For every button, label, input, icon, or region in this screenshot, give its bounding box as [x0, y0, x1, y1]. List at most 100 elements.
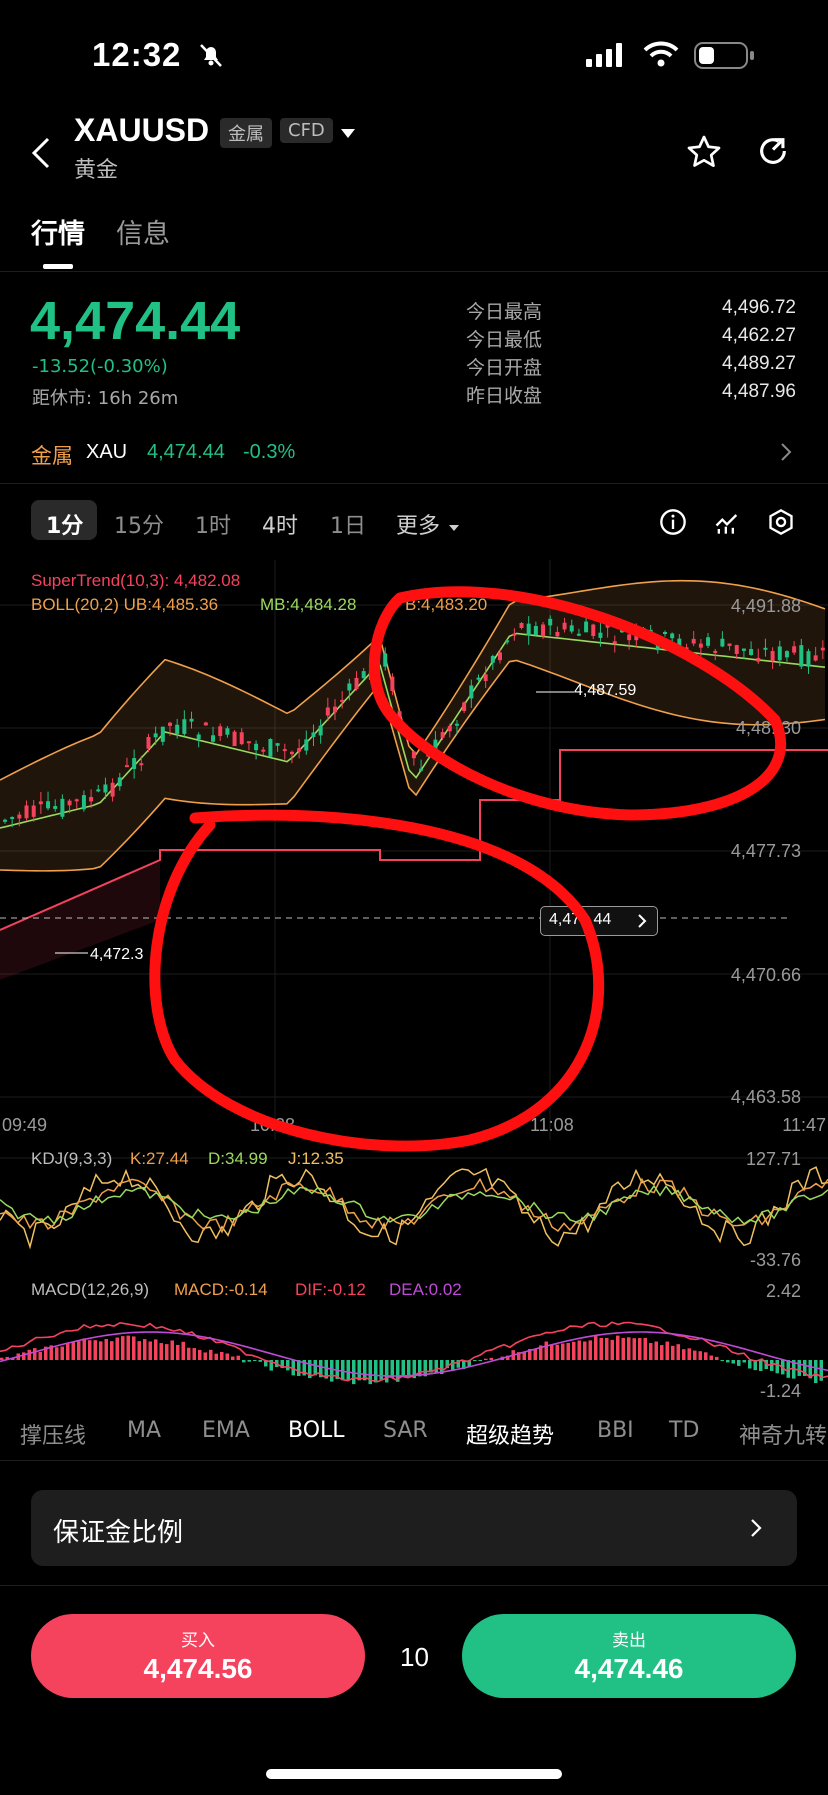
macd-histogram-bar [594, 1336, 598, 1360]
symbol-dropdown-icon[interactable] [340, 125, 356, 144]
interval-15m[interactable]: 15分 [114, 508, 164, 540]
candle-body [354, 677, 359, 690]
macd-histogram-bar [181, 1341, 185, 1360]
candle-body [698, 643, 703, 648]
macd-histogram-bar [0, 1357, 4, 1360]
macd-histogram-bar [654, 1341, 658, 1360]
indicator-tab-supertrend[interactable]: 超级趋势 [466, 1418, 554, 1450]
macd-histogram-bar [225, 1353, 229, 1360]
candle-body [684, 647, 689, 653]
chart-settings-icon[interactable] [767, 508, 795, 540]
macd-histogram-bar [698, 1351, 702, 1360]
macd-histogram-bar [583, 1341, 587, 1360]
candle-body [318, 725, 323, 736]
candle-body [311, 732, 316, 737]
macd-histogram-bar [473, 1360, 477, 1362]
trade-quantity[interactable]: 10 [400, 1642, 429, 1673]
macd-histogram-bar [357, 1360, 361, 1381]
candle-body [813, 655, 818, 661]
interval-4h[interactable]: 4时 [262, 508, 298, 540]
related-symbol-row[interactable]: 金属 XAU 4,474.44 -0.3% [0, 428, 828, 478]
macd-histogram-bar [253, 1360, 257, 1361]
macd-histogram-bar [148, 1341, 152, 1360]
macd-histogram-bar [726, 1360, 730, 1363]
candle-body [792, 646, 797, 653]
indicator-tab-bbi[interactable]: BBI [597, 1418, 634, 1443]
candle-body [89, 796, 94, 802]
candle-body [670, 633, 675, 639]
interval-1m[interactable]: 1分 [46, 508, 83, 540]
price-chart[interactable] [0, 560, 828, 1140]
macd-histogram-bar [104, 1338, 108, 1360]
y-axis-label: 4,470.66 [730, 965, 801, 985]
candle-body [246, 741, 251, 744]
indicator-tab-ema[interactable]: EMA [202, 1418, 250, 1443]
macd-histogram-bar [231, 1356, 235, 1360]
sell-button[interactable]: 卖出 4,474.46 [462, 1614, 796, 1698]
info-icon[interactable] [659, 508, 687, 540]
candle-body [103, 784, 108, 793]
macd-histogram-bar [555, 1344, 559, 1360]
indicator-tab-boll[interactable]: BOLL [288, 1418, 345, 1443]
macd-histogram-bar [418, 1360, 422, 1377]
candle-body [404, 730, 409, 736]
candle-body [749, 649, 754, 656]
macd-histogram-bar [616, 1335, 620, 1360]
y-axis-label: 4,491.88 [730, 596, 801, 616]
buy-button[interactable]: 买入 4,474.56 [31, 1614, 365, 1698]
macd-histogram-bar [165, 1344, 169, 1360]
wifi-icon [643, 40, 679, 72]
kdj-chart [0, 1140, 828, 1270]
candle-body [189, 718, 194, 722]
macd-histogram-bar [66, 1342, 70, 1360]
candle-body [806, 651, 811, 667]
candle-body [727, 643, 732, 646]
indicator-tab-td[interactable]: TD [669, 1418, 699, 1443]
current-price-tag[interactable]: 4,474.44 [540, 906, 658, 936]
y-axis-label: 4,463.58 [730, 1087, 801, 1107]
candle-body [512, 633, 517, 636]
candle-body [182, 719, 187, 734]
back-icon[interactable] [30, 136, 52, 174]
indicator-tab-sar[interactable]: SAR [383, 1418, 428, 1443]
indicator-chart-icon[interactable] [713, 508, 741, 540]
interval-more[interactable]: 更多 [396, 508, 440, 540]
margin-ratio-label: 保证金比例 [53, 1518, 184, 1548]
macd-histogram-bar [572, 1341, 576, 1360]
indicator-tab-nine[interactable]: 神奇九转 [739, 1418, 828, 1450]
divider [0, 1585, 828, 1586]
macd-label: MACD(12,26,9) [31, 1280, 150, 1299]
candle-body [38, 801, 43, 805]
stat-value-open: 4,489.27 [722, 353, 796, 374]
macd-histogram-bar [203, 1352, 207, 1360]
favorite-star-icon[interactable] [686, 134, 722, 174]
divider [0, 271, 828, 272]
buy-price: 4,474.56 [143, 1653, 253, 1684]
tab-market[interactable]: 行情 [31, 212, 85, 251]
interval-1h[interactable]: 1时 [195, 508, 231, 540]
tab-info[interactable]: 信息 [116, 212, 170, 251]
candle-body [139, 763, 144, 766]
macd-histogram-bar [566, 1342, 570, 1360]
indicator-tab-ma[interactable]: MA [127, 1418, 161, 1443]
macd-value: MACD:-0.14 [174, 1280, 268, 1299]
interval-1d[interactable]: 1日 [330, 508, 366, 540]
share-icon[interactable] [756, 134, 790, 172]
candle-body [196, 734, 201, 740]
macd-histogram-bar [176, 1344, 180, 1360]
macd-histogram-bar [478, 1360, 482, 1361]
macd-histogram-bar [258, 1360, 262, 1362]
kdj-j-line [0, 1166, 828, 1250]
kdj-d-value: D:34.99 [208, 1149, 268, 1168]
x-axis-label: 11:08 [530, 1115, 574, 1135]
candle-body [304, 739, 309, 751]
candle-body [160, 726, 165, 742]
macd-histogram-bar [731, 1360, 735, 1364]
macd-histogram-bar [605, 1337, 609, 1360]
candle-body [490, 655, 495, 663]
margin-ratio-row[interactable]: 保证金比例 [31, 1490, 797, 1566]
candle-body [211, 735, 216, 742]
candle-body [462, 702, 467, 712]
indicator-tab-support[interactable]: 撑压线 [20, 1418, 86, 1450]
macd-histogram-bar [550, 1344, 554, 1360]
